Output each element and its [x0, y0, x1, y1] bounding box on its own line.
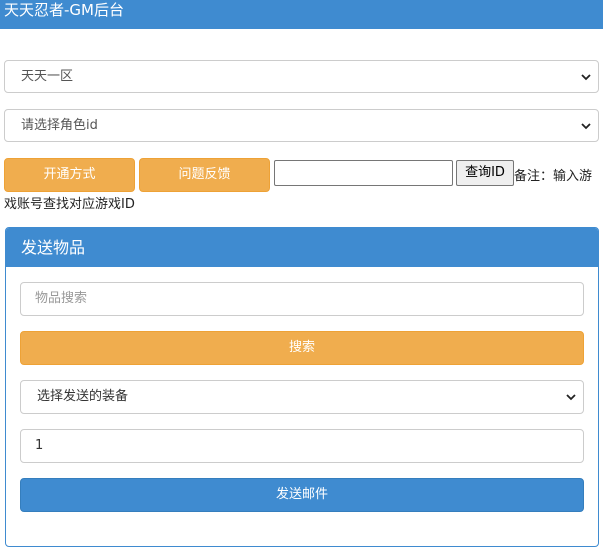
- chevron-down-icon: [581, 123, 591, 130]
- send-mail-button[interactable]: 发送邮件: [20, 478, 584, 512]
- quantity-input[interactable]: 1: [20, 429, 584, 463]
- equipment-select[interactable]: 选择发送的装备: [20, 380, 584, 414]
- app-title: 天天忍者-GM后台: [4, 1, 124, 19]
- chevron-down-icon: [566, 394, 576, 401]
- role-id-select-value: 请选择角色id: [21, 118, 98, 133]
- header-bar: 天天忍者-GM后台: [0, 0, 603, 29]
- note-text: 备注：输入游戏账号查找对应游戏ID: [4, 163, 602, 219]
- equipment-select-value: 选择发送的装备: [37, 389, 129, 404]
- search-button[interactable]: 搜索: [20, 331, 584, 365]
- panel-title: 发送物品: [6, 228, 598, 267]
- server-select[interactable]: 天天一区: [4, 60, 599, 93]
- send-item-panel: 发送物品 物品搜索 搜索 选择发送的装备 1 发送邮件: [5, 227, 599, 547]
- server-select-value: 天天一区: [21, 69, 74, 84]
- item-search-placeholder: 物品搜索: [35, 291, 88, 306]
- role-id-select[interactable]: 请选择角色id: [4, 109, 599, 142]
- chevron-down-icon: [581, 74, 591, 81]
- item-search-input[interactable]: 物品搜索: [20, 282, 584, 316]
- quantity-value: 1: [35, 438, 44, 453]
